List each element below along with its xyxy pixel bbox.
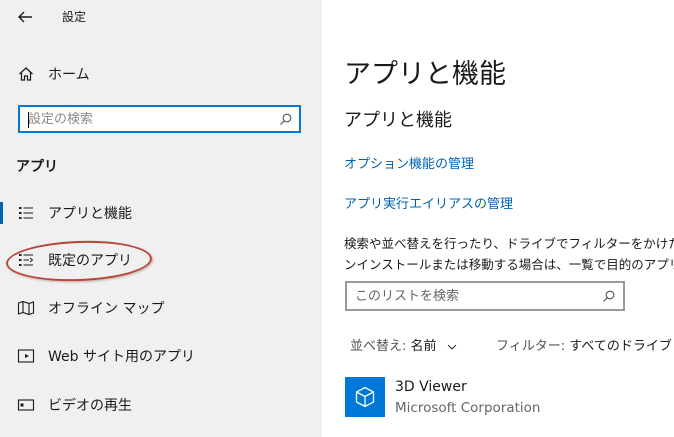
settings-search-input[interactable]	[28, 110, 268, 128]
sidebar-item-offline-maps-label: オフライン マップ	[48, 301, 165, 317]
sidebar-item-video-playback-label: ビデオの再生	[48, 398, 132, 414]
offline-maps-icon	[17, 300, 35, 316]
settings-search-box[interactable]	[18, 105, 301, 133]
sidebar-item-apps-for-websites-label: Web サイト用のアプリ	[48, 349, 195, 365]
section-subheading: アプリと機能	[344, 110, 452, 131]
app-publisher: Microsoft Corporation	[395, 400, 541, 416]
search-icon[interactable]	[602, 290, 615, 303]
video-playback-icon	[17, 399, 35, 411]
sidebar-item-home-label: ホーム	[48, 67, 90, 83]
sidebar-item-offline-maps[interactable]: オフライン マップ	[0, 288, 322, 328]
sidebar-item-apps-for-websites[interactable]: Web サイト用のアプリ	[0, 336, 322, 376]
section-heading-apps: アプリ	[16, 159, 58, 175]
search-icon[interactable]	[279, 113, 292, 126]
list-search-input[interactable]	[355, 288, 585, 304]
filter-value: すべてのドライブ	[569, 339, 672, 354]
apps-for-websites-icon	[17, 349, 35, 363]
sort-value: 名前	[410, 339, 437, 354]
sort-dropdown[interactable]: 並べ替え: 名前	[350, 335, 457, 354]
chevron-down-icon	[447, 344, 457, 350]
sidebar-item-video-playback[interactable]: ビデオの再生	[0, 385, 322, 425]
sidebar: 設定 ホーム アプリ アプリと機能 既定の	[0, 0, 322, 437]
filter-dropdown[interactable]: フィルター: すべてのドライブ	[496, 335, 674, 354]
filter-label: フィルター:	[496, 339, 566, 354]
sidebar-item-home[interactable]: ホーム	[0, 54, 322, 94]
sidebar-item-apps-features[interactable]: アプリと機能	[0, 193, 322, 233]
description-text: 検索や並べ替えを行ったり、ドライブでフィルターをかけたり ンインストールまたは移…	[344, 233, 674, 275]
optional-features-link[interactable]: オプション機能の管理	[344, 153, 474, 172]
apps-features-icon	[19, 207, 33, 219]
app-tile	[345, 377, 385, 417]
back-arrow-icon	[18, 11, 32, 23]
active-indicator	[0, 202, 3, 224]
app-list-item[interactable]: 3D Viewer Microsoft Corporation	[322, 372, 674, 422]
app-name: 3D Viewer	[395, 379, 467, 395]
main-content: アプリと機能 アプリと機能 オプション機能の管理 アプリ実行エイリアスの管理 検…	[322, 0, 674, 437]
home-icon	[19, 67, 33, 81]
3d-viewer-icon	[355, 386, 375, 408]
description-line-2: ンインストールまたは移動する場合は、一覧で目的のアプリ	[344, 257, 674, 272]
description-line-1: 検索や並べ替えを行ったり、ドライブでフィルターをかけたり	[344, 236, 674, 251]
page-title: アプリと機能	[344, 59, 506, 90]
sidebar-item-apps-features-label: アプリと機能	[48, 206, 132, 222]
list-search-box[interactable]	[345, 281, 625, 311]
window-title: 設定	[62, 10, 87, 24]
sort-label: 並べ替え:	[350, 339, 407, 354]
app-execution-aliases-link[interactable]: アプリ実行エイリアスの管理	[344, 193, 513, 212]
back-button[interactable]	[14, 6, 36, 28]
